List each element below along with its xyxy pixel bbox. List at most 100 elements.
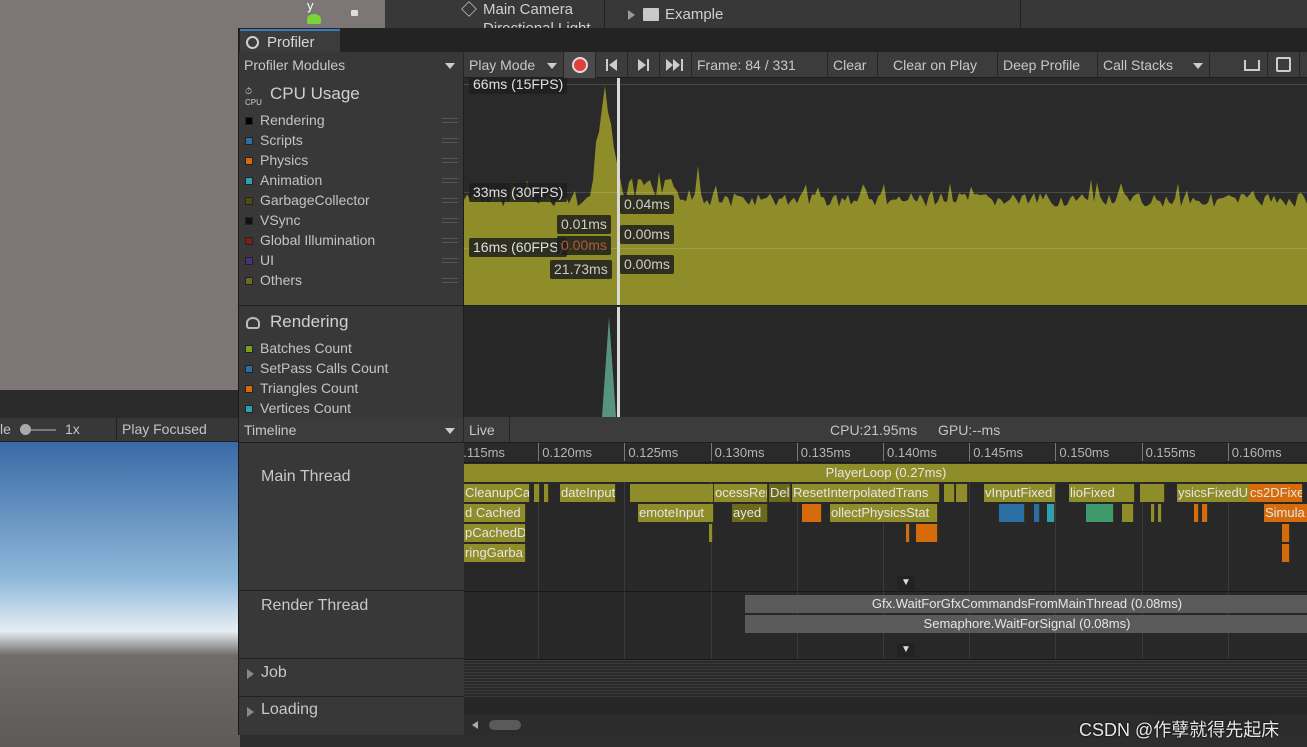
profiler-sample-bar[interactable] (1282, 544, 1290, 562)
profiler-sample-bar[interactable] (956, 484, 968, 502)
profiler-sample-bar[interactable] (1151, 504, 1155, 522)
legend-item[interactable]: VSync (245, 210, 300, 230)
hierarchy-item-main-camera[interactable]: Main Camera (483, 1, 573, 18)
profiler-sample-bar[interactable]: emoteInput (638, 504, 714, 522)
cpu-usage-module[interactable]: ⏱ CPU CPU Usage Rendering Scripts Physics An… (239, 78, 464, 306)
drag-handle-icon[interactable] (442, 158, 458, 163)
selected-frame-line[interactable] (617, 307, 620, 417)
drag-handle-icon[interactable] (442, 258, 458, 263)
drag-handle-icon[interactable] (442, 138, 458, 143)
view-type-dropdown[interactable]: Timeline (239, 417, 464, 443)
window-menu-button[interactable] (1300, 52, 1307, 78)
profiler-sample-bar[interactable] (630, 484, 714, 502)
profiler-sample-bar[interactable]: Delayed (769, 484, 791, 502)
profiler-sample-bar[interactable] (999, 504, 1025, 522)
profiler-sample-bar[interactable]: d Cached (464, 504, 526, 522)
deep-profile-button[interactable]: Deep Profile (998, 52, 1098, 78)
profiler-sample-bar[interactable] (1086, 504, 1114, 522)
profiler-modules-dropdown[interactable]: Profiler Modules (239, 52, 464, 78)
timeline-view[interactable]: 0.115ms 0.120ms 0.125ms 0.130ms 0.135ms 0.140… (464, 443, 1307, 735)
game-view[interactable] (0, 442, 240, 747)
profiler-sample-bar[interactable] (802, 504, 822, 522)
hierarchy-item-example[interactable]: Example (665, 6, 723, 23)
legend-item[interactable]: SetPass Calls Count (245, 358, 388, 378)
legend-item[interactable]: UI (245, 250, 274, 270)
profiler-sample-bar[interactable] (944, 484, 955, 502)
profiler-sample-bar[interactable]: ocessRemote (714, 484, 768, 502)
profiler-sample-bar[interactable] (1122, 504, 1134, 522)
player-loop-bar[interactable]: PlayerLoop (0.27ms) (464, 464, 1307, 482)
drag-handle-icon[interactable] (442, 238, 458, 243)
profiler-sample-bar[interactable]: lioFixed (1069, 484, 1135, 502)
legend-item[interactable]: Global Illumination (245, 230, 375, 250)
profiler-sample-bar[interactable] (1047, 504, 1055, 522)
lock-icon[interactable] (351, 10, 358, 16)
cpu-icon: ⏱ CPU (245, 86, 262, 107)
collapse-main-thread-button[interactable]: ▼ (897, 576, 915, 590)
previous-frame-button[interactable] (596, 52, 628, 78)
scroll-left-icon[interactable] (472, 721, 478, 729)
clear-button[interactable]: Clear (828, 52, 878, 78)
drag-handle-icon[interactable] (442, 218, 458, 223)
cpu-usage-chart[interactable]: 66ms (15FPS) 33ms (30FPS) 16ms (60FPS) 0… (464, 78, 1307, 306)
drag-handle-icon[interactable] (442, 178, 458, 183)
legend-item[interactable]: Animation (245, 170, 322, 190)
clear-on-play-button[interactable]: Clear on Play (888, 52, 998, 78)
profiler-sample-bar[interactable] (1194, 504, 1199, 522)
legend-item[interactable]: Vertices Count (245, 398, 351, 418)
drag-handle-icon[interactable] (442, 278, 458, 283)
loading-group[interactable]: Loading (239, 698, 464, 735)
rendering-module[interactable]: Rendering Batches Count SetPass Calls Cou… (239, 306, 464, 417)
profiler-sample-bar[interactable]: vInputFixed (984, 484, 1056, 502)
profiler-sample-bar[interactable] (1282, 524, 1290, 542)
profiler-sample-bar[interactable]: pCachedD (464, 524, 526, 542)
profiler-sample-bar[interactable] (1034, 504, 1040, 522)
gfx-wait-bar[interactable]: Gfx.WaitForGfxCommandsFromMainThread (0.… (745, 595, 1307, 613)
load-button[interactable] (1236, 52, 1268, 78)
scene-gizmo-cone[interactable] (307, 14, 321, 24)
save-button[interactable] (1268, 52, 1300, 78)
drag-handle-icon[interactable] (442, 198, 458, 203)
profiler-sample-bar[interactable] (544, 484, 549, 502)
rendering-chart[interactable] (464, 307, 1307, 417)
scale-slider-thumb[interactable] (20, 424, 31, 435)
record-button[interactable] (564, 52, 596, 78)
semaphore-wait-bar[interactable]: Semaphore.WaitForSignal (0.08ms) (745, 615, 1307, 633)
profiler-sample-bar[interactable] (906, 524, 910, 542)
profiler-sample-bar[interactable]: Simula (1264, 504, 1307, 522)
expand-arrow-icon[interactable] (628, 10, 635, 20)
profiler-sample-bar[interactable] (1140, 484, 1165, 502)
profiler-sample-bar[interactable] (534, 484, 540, 502)
live-button[interactable]: Live (464, 417, 510, 443)
current-frame-button[interactable] (660, 52, 692, 78)
legend-item[interactable]: Triangles Count (245, 378, 358, 398)
profiler-sample-bar[interactable]: ringGarba (464, 544, 526, 562)
play-focused-dropdown[interactable]: Play Focused (122, 421, 207, 437)
legend-item[interactable]: GarbageCollector (245, 190, 370, 210)
collapse-render-thread-button[interactable]: ▼ (897, 643, 915, 657)
profiler-sample-bar[interactable]: dateInputMa (560, 484, 616, 502)
scrollbar-thumb[interactable] (489, 720, 521, 730)
profiler-sample-bar[interactable]: ResetInterpolatedTrans (792, 484, 940, 502)
next-frame-button[interactable] (628, 52, 660, 78)
profiler-sample-bar[interactable]: ollectPhysicsStat (830, 504, 938, 522)
profiler-sample-bar[interactable] (1202, 504, 1208, 522)
legend-item[interactable]: Scripts (245, 130, 303, 150)
save-icon (1276, 57, 1291, 72)
tab-profiler[interactable]: Profiler (240, 29, 340, 52)
legend-item[interactable]: Physics (245, 150, 308, 170)
profiler-sample-bar[interactable] (709, 524, 713, 542)
profiler-sample-bar[interactable]: cs2DFixe (1249, 484, 1303, 502)
profiler-sample-bar[interactable] (916, 524, 938, 542)
profiler-sample-bar[interactable]: ayed (732, 504, 768, 522)
hierarchy-item-directional-light[interactable]: Directional Light (483, 20, 591, 28)
profiler-sample-bar[interactable] (1158, 504, 1162, 522)
play-mode-dropdown[interactable]: Play Mode (464, 52, 564, 78)
profiler-sample-bar[interactable]: CleanupCa (464, 484, 530, 502)
drag-handle-icon[interactable] (442, 118, 458, 123)
legend-item[interactable]: Batches Count (245, 338, 352, 358)
legend-item[interactable]: Rendering (245, 110, 325, 130)
call-stacks-dropdown[interactable]: Call Stacks (1098, 52, 1210, 78)
legend-item[interactable]: Others (245, 270, 302, 290)
job-group[interactable]: Job (239, 660, 464, 697)
